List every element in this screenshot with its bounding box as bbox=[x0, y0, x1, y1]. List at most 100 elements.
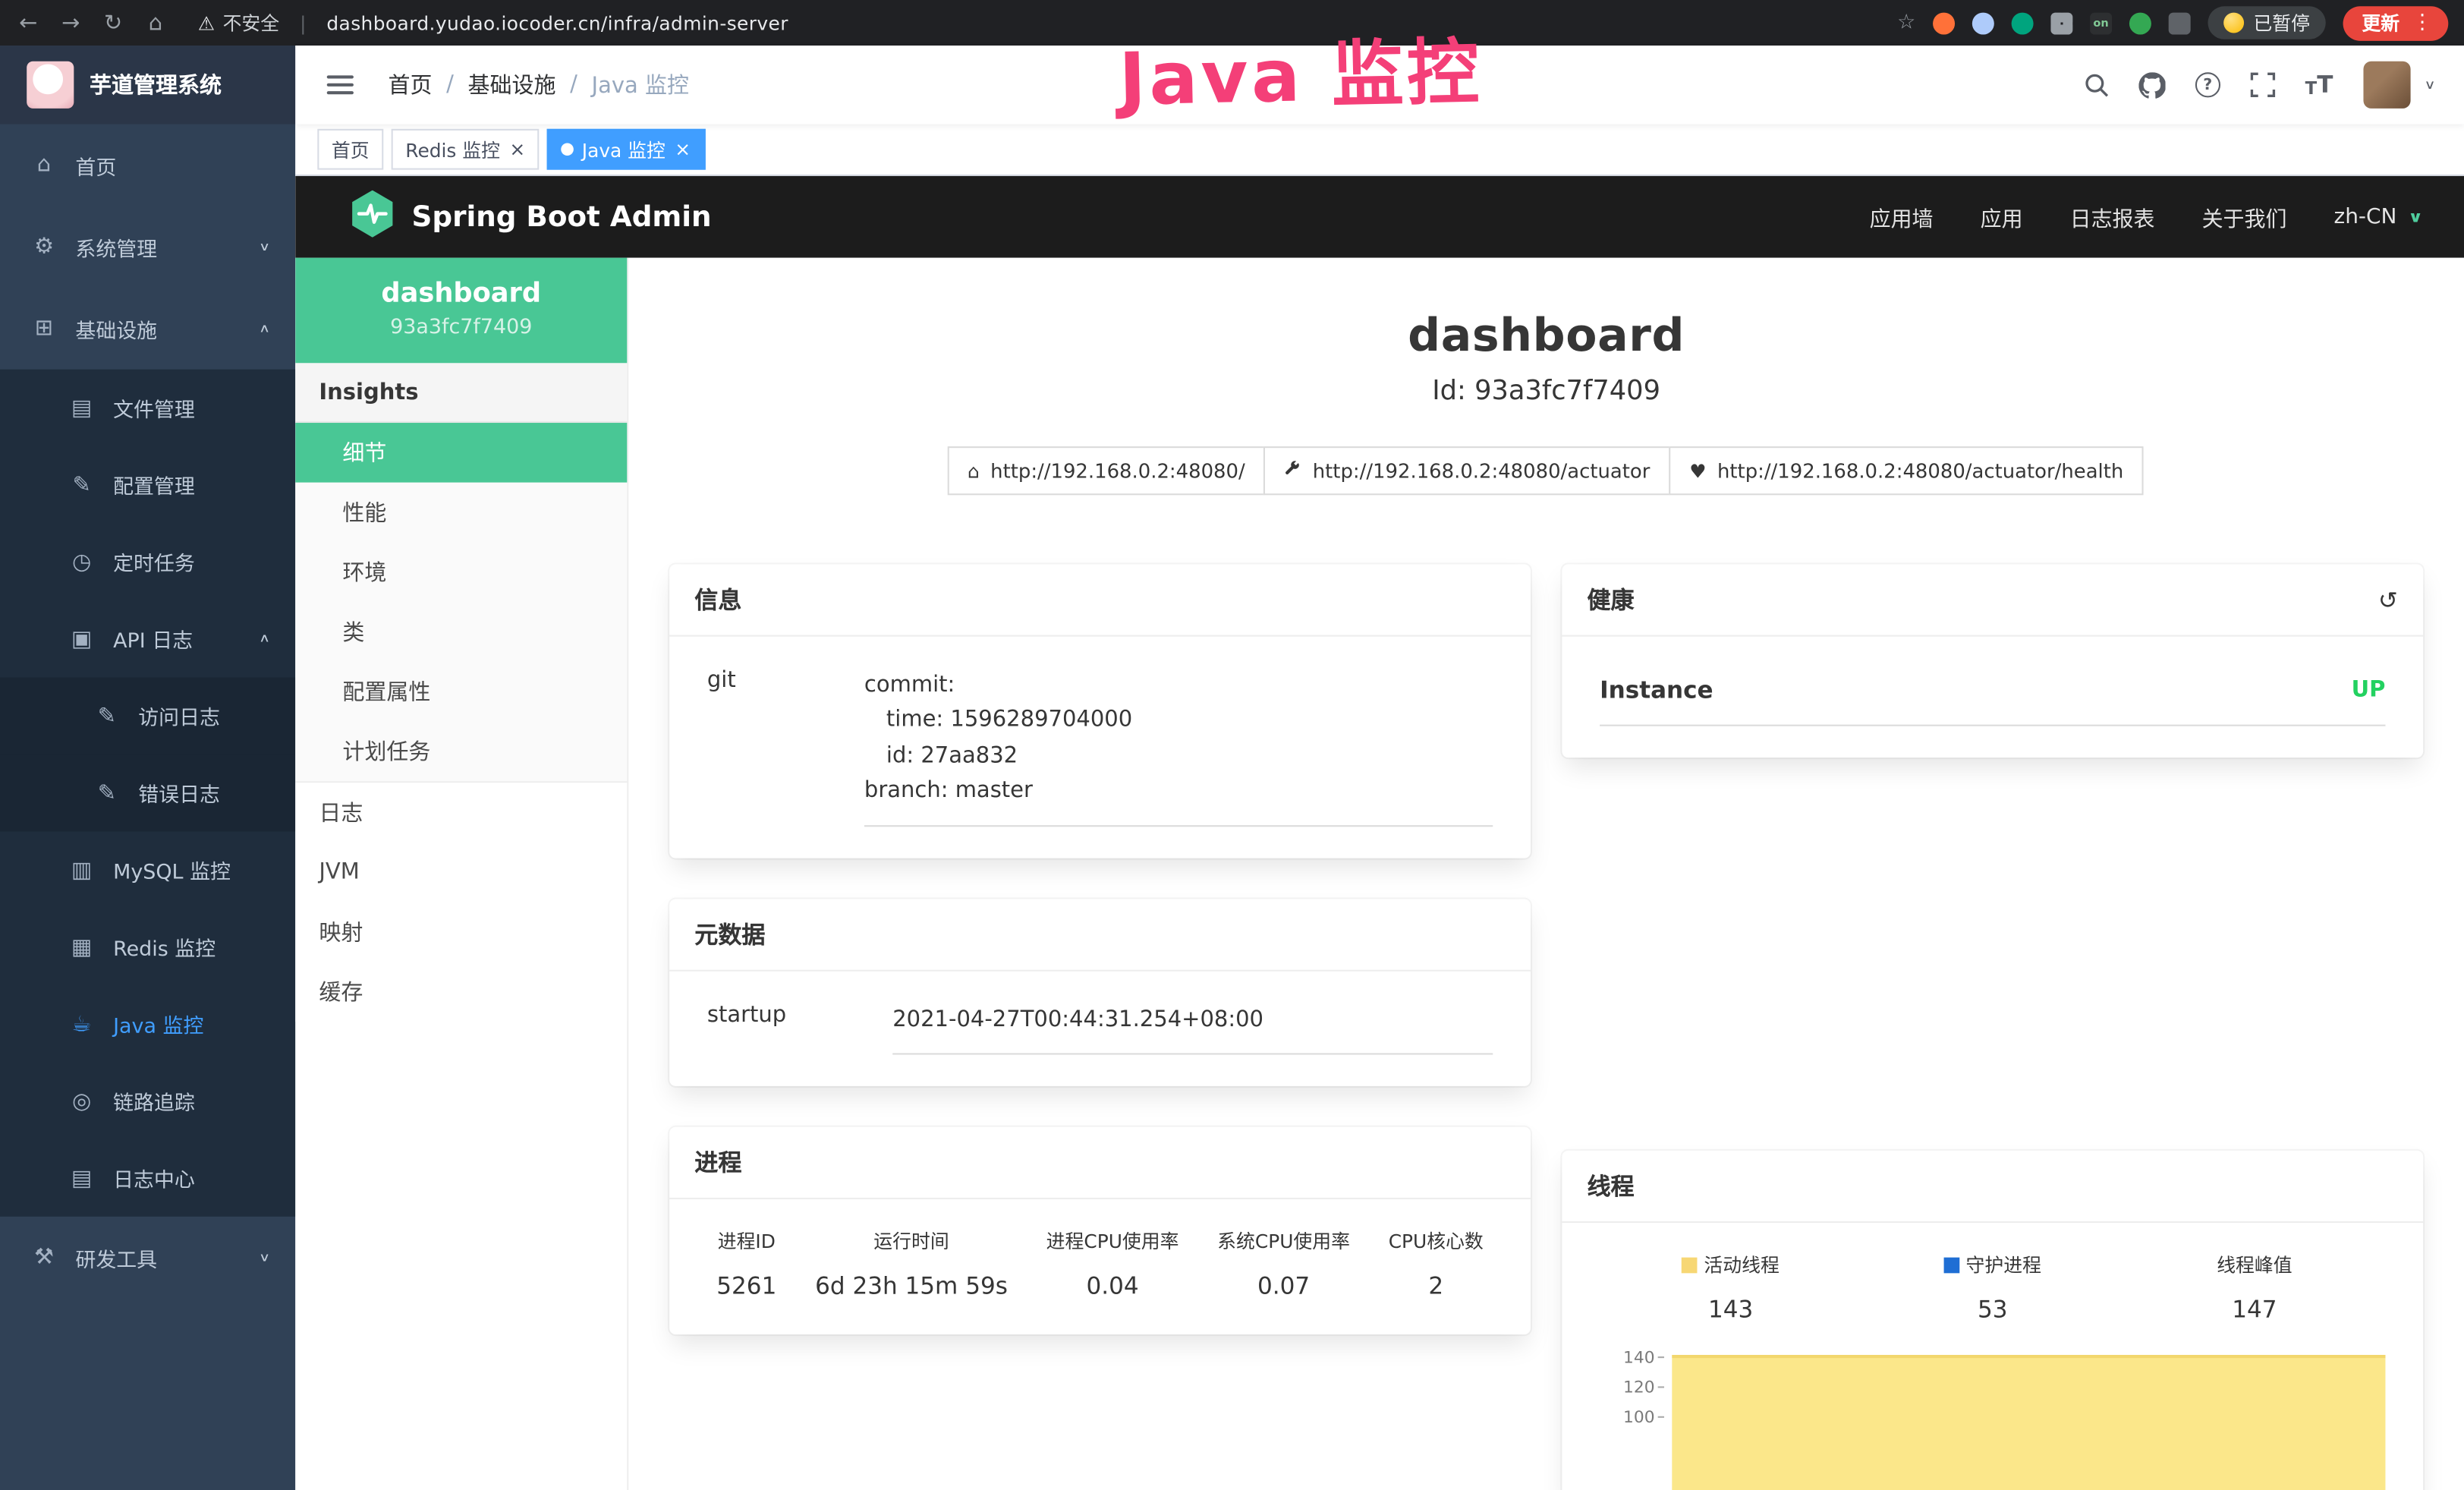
navbar-actions: ? TT ∨ bbox=[2084, 61, 2436, 109]
sba-brand[interactable]: Spring Boot Admin bbox=[352, 190, 712, 244]
health-instance-row[interactable]: Instance UP bbox=[1600, 659, 2385, 726]
sidebar-toggle-icon[interactable] bbox=[327, 75, 354, 94]
sidebar-item-access-logs[interactable]: ✎ 访问日志 bbox=[0, 678, 295, 754]
process-card: 进程 进程ID5261 运行时间6d 23h 15m 59s 进程CPU使用率0… bbox=[669, 1127, 1531, 1334]
sidebar-item-dev-tools[interactable]: ⚒ 研发工具 ∨ bbox=[0, 1217, 295, 1299]
extensions-puzzle-icon[interactable] bbox=[2169, 12, 2191, 34]
sba-item-details[interactable]: 细节 bbox=[295, 423, 627, 483]
health-card: 健康 ↺ Instance UP bbox=[1562, 564, 2423, 758]
face-icon bbox=[2223, 13, 2244, 33]
sidebar-item-error-logs[interactable]: ✎ 错误日志 bbox=[0, 754, 295, 831]
history-icon[interactable]: ↺ bbox=[2378, 585, 2398, 613]
sba-item-scheduled-tasks[interactable]: 计划任务 bbox=[295, 721, 627, 781]
breadcrumb-home[interactable]: 首页 bbox=[388, 69, 432, 100]
threads-card-title: 线程 bbox=[1587, 1170, 1634, 1202]
reload-icon[interactable]: ↻ bbox=[101, 10, 126, 35]
sidebar-item-file-management[interactable]: ▤ 文件管理 bbox=[0, 370, 295, 446]
chart-y-axis: 140 120 100 bbox=[1622, 1349, 1672, 1490]
sba-item-classes[interactable]: 类 bbox=[295, 602, 627, 662]
breadcrumb-infrastructure[interactable]: 基础设施 bbox=[468, 69, 556, 100]
metadata-card: 元数据 startup 2021-04-27T00:44:31.254+08:0… bbox=[669, 899, 1531, 1086]
info-key: git bbox=[707, 659, 864, 827]
sba-nav-about[interactable]: 关于我们 bbox=[2202, 201, 2287, 232]
sba-item-metrics[interactable]: 性能 bbox=[295, 483, 627, 543]
log-doc-icon: ✎ bbox=[94, 704, 119, 729]
extension-icon[interactable]: on bbox=[2090, 12, 2112, 34]
health-url-link[interactable]: ♥ http://192.168.0.2:48080/actuator/heal… bbox=[1669, 446, 2144, 495]
info-card: 信息 git commit: time: 1596289704000 id: 2… bbox=[669, 564, 1531, 857]
threads-card: 线程 活动线程 143 守护进程 bbox=[1562, 1151, 2423, 1490]
instance-header[interactable]: dashboard 93a3fc7f7409 bbox=[295, 258, 627, 364]
heart-icon: ♥ bbox=[1689, 461, 1706, 480]
sidebar-item-api-logs[interactable]: ▣ API 日志 ∧ bbox=[0, 600, 295, 677]
github-icon[interactable] bbox=[2138, 71, 2165, 98]
security-label: 不安全 bbox=[223, 9, 280, 36]
chevron-down-icon: ∨ bbox=[2408, 208, 2423, 225]
close-icon[interactable]: × bbox=[675, 138, 691, 160]
sidebar-item-scheduled-tasks[interactable]: ◷ 定时任务 bbox=[0, 524, 295, 600]
admin-sidebar: 芋道管理系统 ⌂ 首页 ⚙ 系统管理 ∨ ⊞ 基础设施 ∧ bbox=[0, 46, 295, 1490]
sba-item-environment[interactable]: 环境 bbox=[295, 542, 627, 602]
home-icon: ⌂ bbox=[31, 153, 56, 178]
paused-badge[interactable]: 已暂停 bbox=[2208, 6, 2325, 39]
site-security-chip[interactable]: ⚠ 不安全 bbox=[198, 9, 279, 36]
forward-icon[interactable]: → bbox=[58, 10, 83, 35]
language-selector[interactable]: zh-CN ∨ bbox=[2334, 204, 2424, 229]
sba-nav-wallboard[interactable]: 应用墙 bbox=[1870, 201, 1934, 232]
extension-icon[interactable] bbox=[1972, 12, 1994, 34]
sba-main: dashboard Id: 93a3fc7f7409 ⌂ http://192.… bbox=[628, 258, 2464, 1490]
insights-group: Insights 细节 性能 环境 类 配置属性 计划任务 bbox=[295, 363, 627, 783]
admin-menu: ⌂ 首页 ⚙ 系统管理 ∨ ⊞ 基础设施 ∧ ▤ 文件管理 bbox=[0, 124, 295, 1299]
info-value: commit: time: 1596289704000 id: 27aa832 … bbox=[864, 659, 1493, 827]
sba-item-logs[interactable]: 日志 bbox=[295, 783, 627, 843]
right-column: 健康 ↺ Instance UP bbox=[1562, 564, 2423, 1490]
sba-item-jvm[interactable]: JVM bbox=[295, 843, 627, 903]
sidebar-item-mysql-monitor[interactable]: ▥ MySQL 监控 bbox=[0, 831, 295, 908]
sba-item-mappings[interactable]: 映射 bbox=[295, 903, 627, 962]
tab-home[interactable]: 首页 bbox=[317, 129, 383, 170]
browser-update-button[interactable]: 更新 ⋮ bbox=[2343, 5, 2449, 40]
avatar[interactable] bbox=[2363, 61, 2410, 109]
sidebar-item-tracing[interactable]: ◎ 链路追踪 bbox=[0, 1063, 295, 1139]
extension-icon[interactable] bbox=[2129, 12, 2151, 34]
tab-java-monitor[interactable]: Java 监控 × bbox=[547, 129, 705, 170]
wrench-icon bbox=[1284, 461, 1301, 481]
sidebar-item-log-center[interactable]: ▤ 日志中心 bbox=[0, 1139, 295, 1216]
address-bar[interactable]: dashboard.yudao.iocoder.cn/infra/admin-s… bbox=[326, 12, 788, 34]
close-icon[interactable]: × bbox=[509, 138, 525, 160]
sidebar-item-redis-monitor[interactable]: ▦ Redis 监控 bbox=[0, 909, 295, 985]
tab-redis-monitor[interactable]: Redis 监控 × bbox=[392, 129, 540, 170]
edit-icon: ✎ bbox=[69, 472, 94, 497]
sidebar-item-config-management[interactable]: ✎ 配置管理 bbox=[0, 446, 295, 523]
browser-menu-icon[interactable]: ⋮ bbox=[2412, 11, 2433, 34]
sba-item-config-props[interactable]: 配置属性 bbox=[295, 662, 627, 722]
sidebar-item-infrastructure[interactable]: ⊞ 基础设施 ∧ bbox=[0, 288, 295, 370]
bookmark-star-icon[interactable]: ☆ bbox=[1897, 11, 1915, 34]
browser-home-icon[interactable]: ⌂ bbox=[143, 10, 168, 35]
extension-icon[interactable] bbox=[1933, 12, 1955, 34]
extension-icon[interactable] bbox=[2012, 12, 2034, 34]
sba-nav-journal[interactable]: 日志报表 bbox=[2070, 201, 2155, 232]
screen: ← → ↻ ⌂ ⚠ 不安全 | dashboard.yudao.iocoder.… bbox=[0, 0, 2464, 1490]
fullscreen-icon[interactable] bbox=[2250, 72, 2275, 97]
sidebar-item-home[interactable]: ⌂ 首页 bbox=[0, 124, 295, 206]
instance-url-link[interactable]: ⌂ http://192.168.0.2:48080/ bbox=[947, 446, 1266, 495]
left-column: 信息 git commit: time: 1596289704000 id: 2… bbox=[669, 564, 1531, 1375]
file-icon: ▤ bbox=[69, 395, 94, 421]
active-tab-dot bbox=[562, 143, 574, 156]
sba-item-caches[interactable]: 缓存 bbox=[295, 962, 627, 1022]
actuator-url-link[interactable]: http://192.168.0.2:48080/actuator bbox=[1264, 446, 1671, 495]
back-icon[interactable]: ← bbox=[16, 10, 41, 35]
app-logo-image bbox=[27, 61, 74, 109]
font-size-icon[interactable]: TT bbox=[2305, 73, 2333, 96]
sidebar-item-java-monitor[interactable]: ☕ Java 监控 bbox=[0, 985, 295, 1062]
chart-plot-area bbox=[1672, 1349, 2385, 1490]
process-card-title: 进程 bbox=[694, 1146, 741, 1179]
search-icon[interactable] bbox=[2084, 72, 2109, 97]
sba-nav-applications[interactable]: 应用 bbox=[1981, 201, 2023, 232]
eye-icon: ◎ bbox=[69, 1088, 94, 1114]
sidebar-item-system-management[interactable]: ⚙ 系统管理 ∨ bbox=[0, 206, 295, 288]
extension-icon[interactable] bbox=[2050, 12, 2072, 34]
help-icon[interactable]: ? bbox=[2195, 72, 2220, 97]
layers-icon: ▦ bbox=[69, 934, 94, 959]
